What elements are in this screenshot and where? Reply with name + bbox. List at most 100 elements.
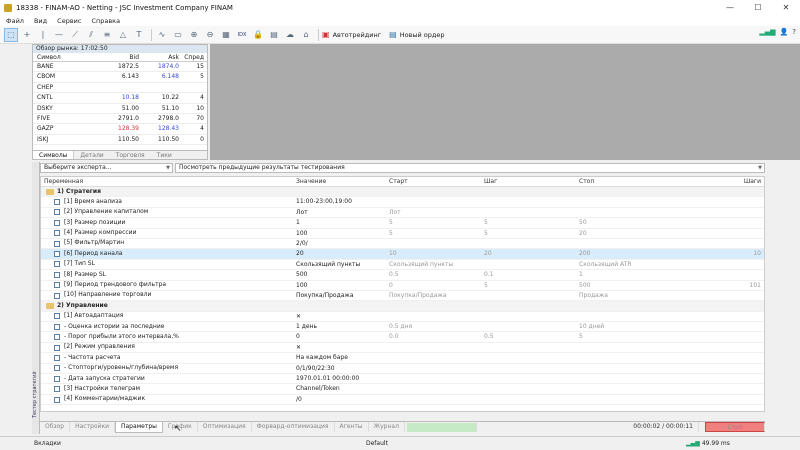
parameter-stop[interactable]: 10 дней: [579, 322, 709, 331]
tab-trading[interactable]: Торговля: [110, 151, 151, 159]
parameter-step[interactable]: 0.1: [484, 270, 579, 279]
parameter-stop[interactable]: [579, 208, 709, 217]
parameter-step[interactable]: [484, 364, 579, 373]
optimize-checkbox[interactable]: [54, 344, 60, 351]
parameter-stop[interactable]: 1: [579, 270, 709, 279]
parameter-value[interactable]: ✕: [296, 343, 389, 352]
parameter-step[interactable]: [484, 260, 579, 269]
parameter-stop[interactable]: [579, 343, 709, 352]
optimize-checkbox[interactable]: [54, 313, 60, 320]
market-row[interactable]: ISKJ 110.50 110.50 0: [33, 135, 207, 146]
optimize-checkbox[interactable]: [54, 375, 60, 382]
optimize-checkbox[interactable]: [54, 354, 60, 361]
parameter-stop[interactable]: 500: [579, 281, 709, 290]
optimize-checkbox[interactable]: [54, 219, 60, 226]
cloud-icon[interactable]: ☁: [283, 28, 297, 42]
parameter-stop[interactable]: 200: [579, 249, 709, 258]
parameter-stop[interactable]: Скользящий ATR: [579, 260, 709, 269]
parameter-steps[interactable]: [709, 343, 764, 352]
parameter-steps[interactable]: [709, 197, 764, 206]
menu-file[interactable]: Файл: [6, 17, 24, 25]
market-row[interactable]: FIVE 2791.0 2798.0 70: [33, 114, 207, 125]
parameter-value[interactable]: /0: [296, 395, 389, 404]
tab-settings[interactable]: Настройки: [70, 422, 115, 432]
col-step[interactable]: Шаг: [484, 177, 579, 186]
parameter-stop[interactable]: [579, 374, 709, 383]
cursor-tool-icon[interactable]: ⬚: [4, 27, 18, 42]
parameter-value[interactable]: 100: [296, 229, 389, 238]
parameter-stop[interactable]: 20: [579, 229, 709, 238]
parameter-start[interactable]: Скользящий пункты: [389, 260, 484, 269]
parameter-steps[interactable]: [709, 384, 764, 393]
optimize-checkbox[interactable]: [54, 292, 60, 299]
parameter-steps[interactable]: [709, 353, 764, 362]
parameter-stop[interactable]: [579, 312, 709, 321]
col-ask[interactable]: Ask: [139, 53, 179, 61]
market-row[interactable]: DSKY 51.00 51.10 10: [33, 104, 207, 114]
idx-icon[interactable]: IDX: [235, 28, 249, 42]
optimize-checkbox[interactable]: [54, 251, 60, 258]
parameter-value[interactable]: На каждом баре: [296, 353, 389, 362]
results-select[interactable]: Посмотреть предыдущие результаты тестиро…: [175, 163, 765, 173]
parameter-step[interactable]: [484, 312, 579, 321]
parameter-step[interactable]: [484, 374, 579, 383]
status-tabs-label[interactable]: Вкладки: [34, 440, 61, 447]
parameter-start[interactable]: [389, 364, 484, 373]
maximize-button[interactable]: ☐: [744, 0, 772, 15]
minimize-button[interactable]: —: [716, 0, 744, 15]
parameter-row[interactable]: [9] Период трендового фильтра 100 0 5 500 101: [41, 281, 764, 291]
zoom-out-icon[interactable]: ⊖: [203, 28, 217, 42]
optimize-checkbox[interactable]: [54, 396, 60, 403]
parameter-value[interactable]: 1: [296, 218, 389, 227]
parameter-row[interactable]: [4] Размер компрессии 100 5 5 20: [41, 229, 764, 239]
parameter-value[interactable]: 11:00-23:00,19:00: [296, 197, 389, 206]
text-icon[interactable]: T: [132, 28, 146, 42]
parameter-start[interactable]: 10: [389, 249, 484, 258]
parameter-start[interactable]: 0.5 дня: [389, 322, 484, 331]
tab-agents[interactable]: Агенты: [335, 422, 369, 432]
col-variable[interactable]: Переменная: [41, 177, 296, 186]
parameter-step[interactable]: [484, 322, 579, 331]
parameter-steps[interactable]: [709, 229, 764, 238]
parameter-steps[interactable]: [709, 208, 764, 217]
menu-view[interactable]: Вид: [34, 17, 47, 25]
parameter-start[interactable]: 0.5: [389, 270, 484, 279]
tab-symbols[interactable]: Символы: [33, 151, 75, 159]
crosshair-icon[interactable]: +: [20, 28, 34, 42]
parameter-row[interactable]: [8] Размер SL 500 0.5 0.1 1: [41, 270, 764, 281]
parameter-start[interactable]: [389, 197, 484, 206]
parameter-steps[interactable]: [709, 260, 764, 269]
tab-forward-optimization[interactable]: Форвард-оптимизация: [252, 422, 335, 432]
optimize-checkbox[interactable]: [54, 209, 60, 216]
parameter-row[interactable]: - Стопторги/уровень/глубина/время 0/1/90/…: [41, 364, 764, 375]
parameter-value[interactable]: 20: [296, 249, 389, 258]
parameter-row[interactable]: [6] Период канала 20 10 20 200 10: [41, 249, 764, 260]
tab-overview[interactable]: Обзор: [40, 422, 71, 432]
parameter-steps[interactable]: [709, 312, 764, 321]
col-spread[interactable]: Спред: [179, 53, 207, 61]
optimize-checkbox[interactable]: [54, 199, 60, 206]
parameter-row[interactable]: - Частота расчета На каждом баре: [41, 353, 764, 364]
parameter-group-row[interactable]: 2) Управление: [41, 301, 764, 312]
parameter-start[interactable]: Лот: [389, 208, 484, 217]
help-icon[interactable]: ?: [792, 28, 796, 36]
parameter-value[interactable]: Скользящий пункты: [296, 260, 389, 269]
menu-tools[interactable]: Сервис: [57, 17, 81, 25]
shapes-icon[interactable]: △: [116, 28, 130, 42]
parameter-stop[interactable]: 5: [579, 332, 709, 341]
col-value[interactable]: Значение: [296, 177, 389, 186]
parameter-step[interactable]: [484, 239, 579, 248]
parameter-stop[interactable]: [579, 384, 709, 393]
market-row[interactable]: CNTL 10.18 10.22 4: [33, 93, 207, 104]
parameter-stop[interactable]: [579, 395, 709, 404]
trendline-icon[interactable]: ⟋: [68, 28, 82, 42]
parameter-steps[interactable]: 101: [709, 281, 764, 290]
parameter-stop[interactable]: [579, 353, 709, 362]
optimize-checkbox[interactable]: [54, 323, 60, 330]
optimize-checkbox[interactable]: [54, 334, 60, 341]
parameter-group-row[interactable]: 1) Стратегия: [41, 187, 764, 198]
parameter-step[interactable]: [484, 343, 579, 352]
bank-icon[interactable]: ⌂: [299, 28, 313, 42]
parameter-steps[interactable]: [709, 395, 764, 404]
parameter-value[interactable]: ✕: [296, 312, 389, 321]
